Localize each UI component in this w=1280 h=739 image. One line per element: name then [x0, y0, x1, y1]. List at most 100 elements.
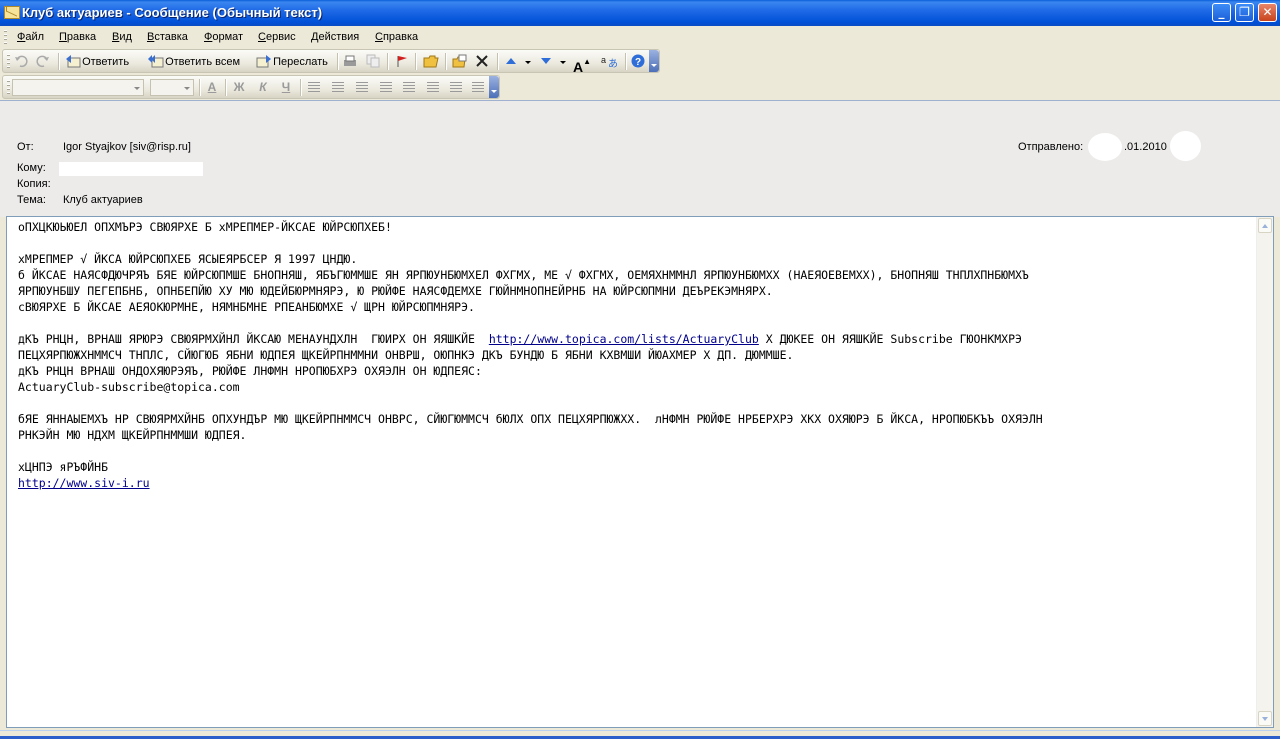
decrease-indent-icon[interactable] — [427, 82, 439, 92]
font-color-icon[interactable]: A — [205, 80, 219, 94]
font-size-icon[interactable]: A▲ — [573, 54, 591, 75]
toolbar-separator — [387, 53, 389, 70]
font-size-combo[interactable] — [150, 79, 194, 96]
menu-insert[interactable]: Вставка — [147, 31, 188, 43]
toolbar-grip[interactable] — [7, 54, 10, 69]
toolbar-separator — [625, 53, 627, 70]
redacted-day — [1088, 133, 1122, 161]
align-center-icon[interactable] — [332, 82, 344, 92]
font-name-combo[interactable] — [12, 79, 144, 96]
reply-label: Ответить — [82, 56, 130, 68]
menu-edit[interactable]: Правка — [59, 31, 96, 43]
toolbar-separator — [337, 53, 339, 70]
reply-button[interactable]: Ответить — [65, 54, 129, 70]
menu-help[interactable]: Справка — [375, 31, 418, 43]
from-value[interactable]: Igor Styajkov [siv@risp.ru] — [63, 141, 191, 153]
body-line: ЯРПЮУНБШУ ПЕГЕПБНБ, ОПНБЕПЙЮ ХУ МЮ ЮДЕЙБ… — [18, 284, 773, 298]
copy-icon[interactable] — [366, 54, 380, 70]
cc-label: Копия: — [17, 178, 51, 190]
sent-label: Отправлено: — [1018, 141, 1084, 153]
body-line: ПЕЦХЯРПЮЖХНММСЧ ТНПЛС, СЙЮГЮБ ЯБНИ ЮДПЕЯ… — [18, 348, 794, 362]
toolbar-separator — [199, 79, 201, 96]
toolbar-separator — [225, 79, 227, 96]
previous-item-dropdown[interactable] — [525, 61, 531, 67]
siv-link[interactable]: http://www.siv-i.ru — [18, 476, 150, 490]
toolbar-options-chevron[interactable] — [489, 76, 499, 98]
body-line: дКЪ РНЦН ВРНАШ ОНДОХЯЮРЭЯЪ, РЮЙФЕ ЛНФМН … — [18, 364, 482, 378]
folder-icon[interactable] — [423, 54, 439, 70]
toolbar-separator — [300, 79, 302, 96]
forward-icon — [256, 54, 271, 68]
maximize-button[interactable]: ❐ — [1235, 3, 1254, 22]
align-right-icon[interactable] — [356, 82, 368, 92]
toolbar-separator — [497, 53, 499, 70]
redacted-time — [1170, 131, 1201, 161]
scroll-down-button[interactable] — [1258, 711, 1272, 726]
minimize-button[interactable]: _ — [1212, 3, 1231, 22]
body-line: хЦНПЭ яРЪФЙНБ — [18, 460, 109, 474]
message-body[interactable]: оПХЦКЮЬЮЕЛ ОПХМЪРЭ СВЮЯРХЕ Б хМРЕПМЕР-ЙК… — [6, 216, 1274, 728]
svg-text:あ: あ — [608, 58, 618, 68]
to-label: Кому: — [17, 162, 46, 174]
next-item-icon[interactable] — [539, 54, 553, 70]
menu-tools[interactable]: Сервис — [258, 31, 296, 43]
sent-value: .01.2010 — [1124, 141, 1167, 153]
body-line: бЯЕ ЯННАЫЕМХЪ НР СВЮЯРМХЙНБ ОПХУНДЪР МЮ … — [18, 412, 1043, 426]
scroll-up-button[interactable] — [1258, 218, 1272, 233]
reply-all-button[interactable]: Ответить всем — [148, 54, 240, 70]
title-bar: Клуб актуариев - Сообщение (Обычный текс… — [0, 0, 1280, 26]
body-line: б ЙКСАЕ НАЯСФДЮЧРЯЪ БЯЕ ЮЙРСЮПМШЕ БНОПНЯ… — [18, 268, 1029, 282]
from-label: От: — [17, 141, 34, 153]
svg-text:?: ? — [635, 57, 641, 68]
subject-value: Клуб актуариев — [63, 194, 143, 206]
message-header: От: Igor Styajkov [siv@risp.ru] Кому: Ко… — [0, 100, 1280, 217]
menu-format[interactable]: Формат — [204, 31, 243, 43]
align-left-icon[interactable] — [308, 82, 320, 92]
body-line: оПХЦКЮЬЮЕЛ ОПХМЪРЭ СВЮЯРХЕ Б хМРЕПМЕР-ЙК… — [18, 220, 392, 234]
print-icon[interactable] — [343, 54, 357, 70]
close-button[interactable]: ✕ — [1258, 3, 1277, 22]
vertical-scrollbar[interactable] — [1256, 217, 1273, 727]
help-icon[interactable]: ? — [631, 54, 645, 70]
message-text: оПХЦКЮЬЮЕЛ ОПХМЪРЭ СВЮЯРХЕ Б хМРЕПМЕР-ЙК… — [18, 219, 1253, 491]
toolbar-separator — [415, 53, 417, 70]
formatting-toolbar: A Ж К Ч — [2, 75, 500, 99]
toolbar-grip[interactable] — [7, 80, 10, 95]
toolbar-options-chevron[interactable] — [649, 50, 659, 72]
next-item-dropdown[interactable] — [560, 61, 566, 67]
bold-icon[interactable]: Ж — [232, 80, 246, 94]
menu-grip[interactable] — [4, 30, 7, 45]
previous-item-icon[interactable] — [504, 54, 518, 70]
menu-bar: Файл Правка Вид Вставка Формат Сервис Де… — [0, 26, 1280, 49]
numbering-icon[interactable] — [403, 82, 415, 92]
line-spacing-icon[interactable] — [472, 82, 484, 92]
underline-icon[interactable]: Ч — [279, 80, 293, 94]
menu-view[interactable]: Вид — [112, 31, 132, 43]
reply-all-label: Ответить всем — [165, 56, 241, 68]
toolbar-separator — [58, 53, 60, 70]
italic-icon[interactable]: К — [256, 80, 270, 94]
increase-indent-icon[interactable] — [450, 82, 462, 92]
undo-icon[interactable] — [14, 54, 28, 70]
translate-icon[interactable]: aあ — [601, 54, 619, 70]
menu-actions[interactable]: Действия — [311, 31, 359, 43]
svg-text:a: a — [601, 55, 606, 65]
body-line: ActuaryClub-subscribe@topica.com — [18, 380, 240, 394]
window-title: Клуб актуариев - Сообщение (Обычный текс… — [22, 5, 323, 20]
menu-file[interactable]: Файл — [17, 31, 44, 43]
topica-link[interactable]: http://www.topica.com/lists/ActuaryClub — [489, 332, 759, 346]
bullets-icon[interactable] — [380, 82, 392, 92]
forward-button[interactable]: Переслать — [256, 54, 328, 70]
delete-icon[interactable] — [475, 54, 489, 70]
flag-icon[interactable] — [395, 54, 409, 70]
envelope-icon — [4, 6, 20, 19]
body-line: РНКЭЙН МЮ НДХМ ЩКЕЙРПНММШИ ЮДПЕЯ. — [18, 428, 247, 442]
redo-icon[interactable] — [36, 54, 50, 70]
to-value[interactable] — [59, 162, 203, 176]
reply-all-icon — [148, 54, 164, 68]
standard-toolbar: Ответить Ответить всем Переслать A▲ aあ ? — [2, 49, 660, 75]
toolbar-separator — [445, 53, 447, 70]
subject-label: Тема: — [17, 194, 46, 206]
move-icon[interactable] — [452, 54, 468, 70]
body-line: хМРЕПМЕР √ ЙКСА ЮЙРСЮПХЕБ ЯСЫЕЯРБСЕР Я 1… — [18, 252, 358, 266]
